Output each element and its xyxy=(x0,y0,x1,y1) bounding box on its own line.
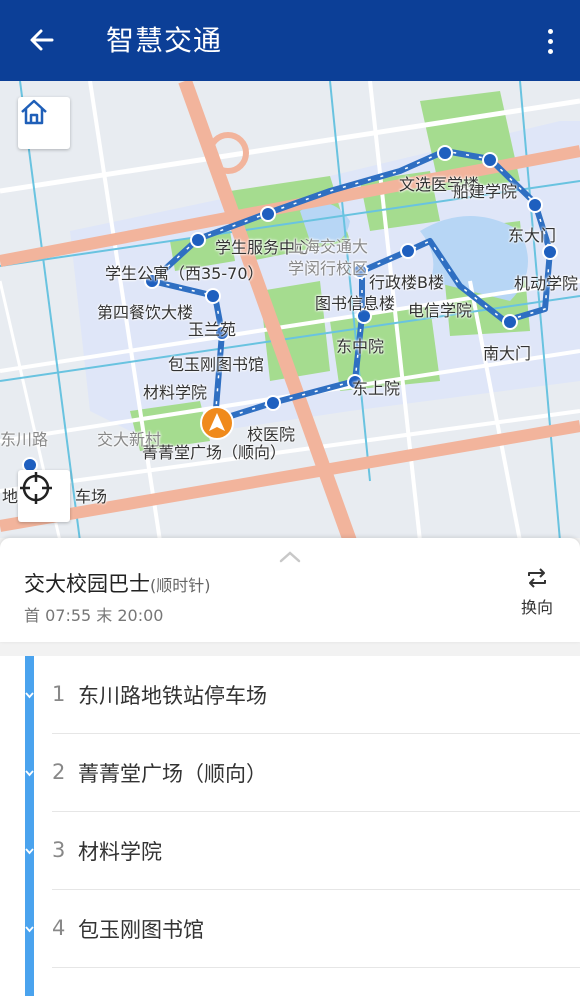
map-canvas xyxy=(0,81,580,541)
map-label: 东川路 xyxy=(0,430,49,449)
route-sheet: 交大校园巴士(顺时针) 首 07:55 末 20:00 换向 1 东川路地铁站停… xyxy=(0,538,580,996)
map-label: 船建学院 xyxy=(453,182,518,201)
locate-button[interactable] xyxy=(18,470,70,522)
divider xyxy=(52,967,580,968)
map-label: 菁菁堂广场（顺向） xyxy=(142,443,287,462)
map-label: 学生公寓（西35-70） xyxy=(105,264,264,283)
stop-list: 1 东川路地铁站停车场 2 菁菁堂广场（顺向） 3 材料学院 4 包玉刚图书馆 xyxy=(0,656,580,996)
map-label: 地 xyxy=(2,487,19,506)
arrow-left-icon xyxy=(30,29,54,51)
map-label: 机动学院 xyxy=(514,274,579,293)
map-label: 东中院 xyxy=(336,337,385,356)
map-label: 玉兰苑 xyxy=(188,320,237,339)
route-name-text: 交大校园巴士 xyxy=(24,572,150,596)
stop-item[interactable]: 2 菁菁堂广场（顺向） xyxy=(0,734,580,812)
stop-number: 3 xyxy=(52,838,66,862)
chevron-down-icon xyxy=(25,770,34,777)
more-menu-button[interactable] xyxy=(538,22,562,60)
stop-number: 1 xyxy=(52,682,66,706)
stop-name: 菁菁堂广场（顺向） xyxy=(78,762,267,786)
map-label: 图书信息楼 xyxy=(315,294,396,313)
stop-item[interactable]: 3 材料学院 xyxy=(0,812,580,890)
stop-item[interactable]: 1 东川路地铁站停车场 xyxy=(0,656,580,734)
route-direction: (顺时针) xyxy=(150,576,211,595)
chevron-down-icon xyxy=(25,848,34,855)
stop-name: 东川路地铁站停车场 xyxy=(78,684,267,708)
map-label: 南大门 xyxy=(483,344,532,363)
chevron-down-icon xyxy=(25,926,34,933)
route-schedule: 首 07:55 末 20:00 xyxy=(24,606,164,625)
switch-direction-button[interactable]: 换向 xyxy=(518,568,556,618)
route-header: 交大校园巴士(顺时针) 首 07:55 末 20:00 换向 xyxy=(0,538,580,642)
map-label: 包玉刚图书馆 xyxy=(168,355,265,374)
expand-sheet-handle[interactable] xyxy=(278,548,302,563)
page-title: 智慧交通 xyxy=(106,24,223,57)
more-vertical-icon xyxy=(547,28,553,34)
stop-number: 2 xyxy=(52,760,66,784)
map-label: 材料学院 xyxy=(143,383,208,402)
back-button[interactable] xyxy=(24,22,60,58)
map-label: 东大门 xyxy=(508,226,557,245)
map-label: 电信学院 xyxy=(408,301,473,320)
crosshair-icon xyxy=(20,472,52,504)
stop-number: 4 xyxy=(52,916,66,940)
stop-item[interactable]: 4 包玉刚图书馆 xyxy=(0,890,580,968)
chevron-up-icon xyxy=(279,551,301,563)
map-label: 上海交通大学闵行校区 xyxy=(288,237,369,278)
chevron-down-icon xyxy=(25,692,34,699)
home-button[interactable] xyxy=(18,97,70,149)
home-icon xyxy=(21,99,47,125)
stop-name: 包玉刚图书馆 xyxy=(78,918,204,942)
app-bar: 智慧交通 xyxy=(0,0,580,81)
stop-name: 材料学院 xyxy=(78,840,162,864)
map-label: 交大新村 xyxy=(97,430,162,449)
route-map[interactable]: 文选医学楼 船建学院 东大门 机动学院 南大门 电信学院 行政楼B楼 图书信息楼… xyxy=(0,81,580,541)
map-label: 车场 xyxy=(75,487,108,506)
switch-direction-label: 换向 xyxy=(520,598,553,617)
map-label: 第四餐饮大楼 xyxy=(97,303,194,322)
map-label: 东上院 xyxy=(352,379,401,398)
swap-direction-icon xyxy=(528,568,546,588)
route-name: 交大校园巴士(顺时针) xyxy=(24,568,211,598)
